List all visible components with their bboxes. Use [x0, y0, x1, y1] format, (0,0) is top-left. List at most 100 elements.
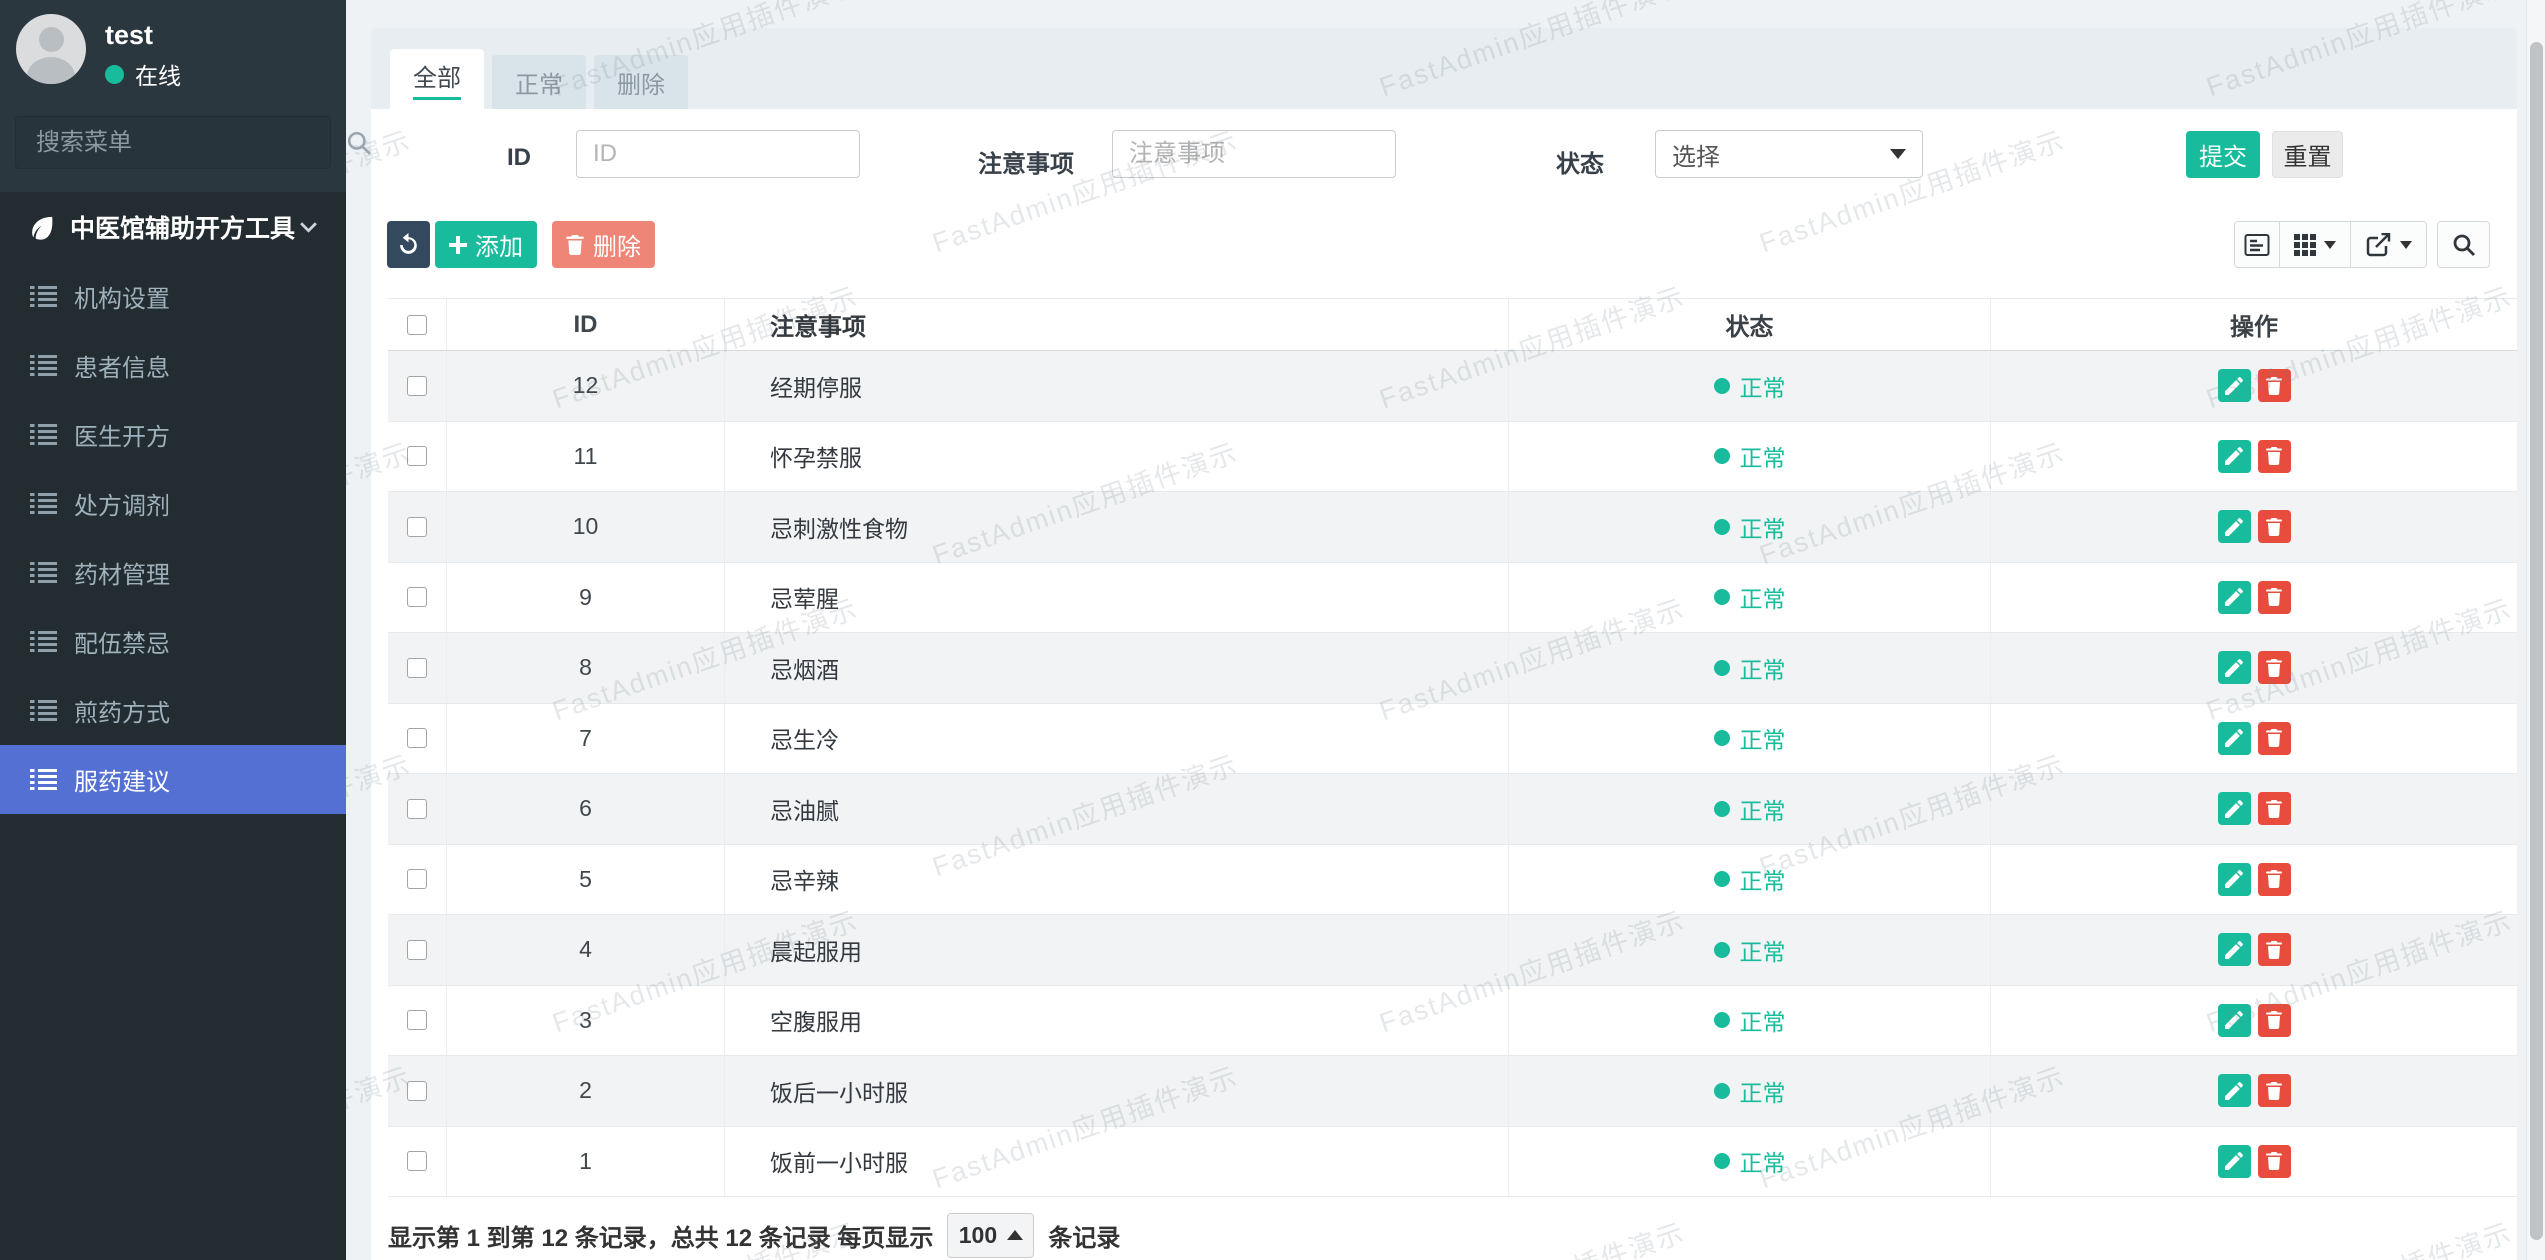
- edit-button[interactable]: [2218, 933, 2251, 966]
- edit-button[interactable]: [2218, 1145, 2251, 1178]
- row-checkbox[interactable]: [407, 446, 427, 466]
- col-header-status[interactable]: 状态: [1508, 299, 1990, 350]
- row-checkbox[interactable]: [407, 1151, 427, 1171]
- delete-button[interactable]: [2258, 369, 2291, 402]
- table-tools: [2234, 221, 2490, 268]
- status-label: 正常: [1740, 721, 1786, 755]
- row-checkbox[interactable]: [407, 376, 427, 396]
- sidebar-item-0[interactable]: 机构设置: [0, 262, 346, 331]
- row-checkbox[interactable]: [407, 1010, 427, 1030]
- id-filter-input[interactable]: [576, 130, 860, 178]
- delete-button[interactable]: [2258, 440, 2291, 473]
- status-filter-select[interactable]: 选择: [1655, 130, 1923, 178]
- delete-button[interactable]: [2258, 863, 2291, 896]
- card-view-icon: [2244, 233, 2270, 257]
- sidebar-item-1[interactable]: 患者信息: [0, 331, 346, 400]
- scrollbar-thumb[interactable]: [2530, 42, 2543, 1240]
- sidebar-item-2[interactable]: 医生开方: [0, 400, 346, 469]
- add-button[interactable]: 添加: [435, 221, 537, 268]
- tab-normal[interactable]: 正常: [492, 55, 586, 109]
- sidebar-menu-item-label: 机构设置: [74, 279, 170, 314]
- sidebar-item-5[interactable]: 配伍禁忌: [0, 607, 346, 676]
- row-checkbox[interactable]: [407, 940, 427, 960]
- select-all-checkbox[interactable]: [407, 315, 427, 335]
- cell-status: 正常: [1508, 351, 1990, 421]
- table-row: 10 忌刺激性食物 正常: [388, 492, 2517, 563]
- edit-button[interactable]: [2218, 863, 2251, 896]
- row-checkbox[interactable]: [407, 658, 427, 678]
- menu-search-input[interactable]: [16, 129, 346, 157]
- trash-icon: [2266, 588, 2282, 606]
- delete-button[interactable]: [2258, 933, 2291, 966]
- delete-button[interactable]: [2258, 722, 2291, 755]
- edit-button[interactable]: [2218, 369, 2251, 402]
- table-body: 12 经期停服 正常 11 怀孕禁服 正常: [388, 351, 2517, 1197]
- sidebar-menu-title[interactable]: 中医馆辅助开方工具: [0, 192, 346, 262]
- row-checkbox[interactable]: [407, 799, 427, 819]
- table-search-button[interactable]: [2437, 221, 2490, 268]
- refresh-button[interactable]: [387, 221, 430, 268]
- row-checkbox[interactable]: [407, 587, 427, 607]
- delete-button[interactable]: [2258, 651, 2291, 684]
- plus-icon: [449, 236, 467, 254]
- columns-button[interactable]: [2279, 221, 2351, 268]
- note-filter-label: 注意事项: [926, 144, 1074, 179]
- user-name: test: [105, 20, 153, 51]
- scrollbar[interactable]: [2526, 0, 2545, 1260]
- tab-all[interactable]: 全部: [390, 49, 484, 109]
- note-filter-input[interactable]: [1112, 130, 1396, 178]
- cell-status: 正常: [1508, 1056, 1990, 1126]
- sidebar-item-3[interactable]: 处方调剂: [0, 469, 346, 538]
- delete-button[interactable]: [2258, 792, 2291, 825]
- cell-actions: [1990, 704, 2517, 774]
- cell-note: 怀孕禁服: [724, 422, 1508, 492]
- list-icon: [30, 285, 57, 308]
- cell-actions: [1990, 563, 2517, 633]
- cell-id: 2: [446, 1056, 724, 1126]
- row-checkbox[interactable]: [407, 869, 427, 889]
- list-icon: [30, 423, 57, 446]
- reset-button[interactable]: 重置: [2272, 131, 2343, 178]
- trash-icon: [2266, 729, 2282, 747]
- sidebar-item-7[interactable]: 服药建议: [0, 745, 346, 814]
- delete-button[interactable]: [2258, 510, 2291, 543]
- edit-button[interactable]: [2218, 1004, 2251, 1037]
- col-header-id[interactable]: ID: [446, 299, 724, 350]
- delete-button[interactable]: [2258, 1004, 2291, 1037]
- delete-button[interactable]: [2258, 1145, 2291, 1178]
- edit-button[interactable]: [2218, 581, 2251, 614]
- cell-note: 饭前一小时服: [724, 1127, 1508, 1197]
- edit-button[interactable]: [2218, 722, 2251, 755]
- row-checkbox[interactable]: [407, 517, 427, 537]
- search-icon[interactable]: [346, 130, 372, 156]
- sidebar-item-6[interactable]: 煎药方式: [0, 676, 346, 745]
- main-content: 全部 正常 删除 ID 注意事项 状态 选择 提交 重置 添加 删除: [346, 0, 2545, 1260]
- cell-id: 4: [446, 915, 724, 985]
- pencil-icon: [2225, 377, 2243, 395]
- sidebar-menu-item-label: 患者信息: [74, 348, 170, 383]
- cell-note: 忌油腻: [724, 774, 1508, 844]
- row-checkbox[interactable]: [407, 728, 427, 748]
- export-button[interactable]: [2350, 221, 2427, 268]
- page-size-dropdown[interactable]: 100: [947, 1213, 1034, 1258]
- delete-button[interactable]: [2258, 581, 2291, 614]
- row-checkbox[interactable]: [407, 1081, 427, 1101]
- cell-status: 正常: [1508, 492, 1990, 562]
- edit-button[interactable]: [2218, 651, 2251, 684]
- status-dot: [1714, 1012, 1730, 1028]
- edit-button[interactable]: [2218, 510, 2251, 543]
- edit-button[interactable]: [2218, 1074, 2251, 1107]
- edit-button[interactable]: [2218, 792, 2251, 825]
- status-tabs: 全部 正常 删除: [390, 49, 696, 109]
- cell-status: 正常: [1508, 774, 1990, 844]
- tab-deleted[interactable]: 删除: [594, 55, 688, 109]
- edit-button[interactable]: [2218, 440, 2251, 473]
- delete-button[interactable]: [2258, 1074, 2291, 1107]
- page-size-value: 100: [959, 1222, 997, 1249]
- card-view-button[interactable]: [2234, 221, 2280, 268]
- avatar[interactable]: [16, 14, 86, 84]
- col-header-note[interactable]: 注意事项: [724, 299, 1508, 350]
- submit-button[interactable]: 提交: [2186, 131, 2260, 178]
- sidebar-item-4[interactable]: 药材管理: [0, 538, 346, 607]
- toolbar-delete-button[interactable]: 删除: [552, 221, 655, 268]
